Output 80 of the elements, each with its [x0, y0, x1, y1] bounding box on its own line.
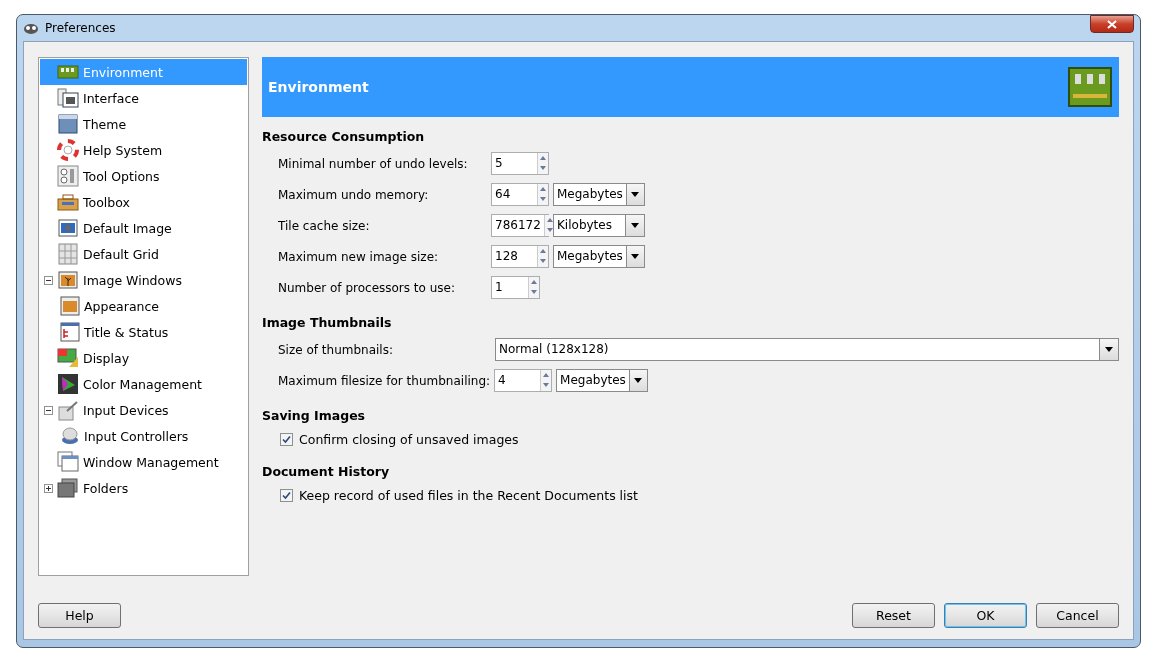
checkmark-icon: [282, 435, 291, 444]
field-label: Maximum filesize for thumbnailing:: [278, 373, 492, 388]
sidebar-item[interactable]: Title & Status: [40, 319, 247, 345]
dialog-button[interactable]: OK: [944, 602, 1027, 628]
sidebar-item[interactable]: Default Image: [40, 215, 247, 241]
window-icon: [57, 88, 79, 108]
minus-icon: [46, 277, 51, 283]
sidebar-item[interactable]: Image Windows: [40, 267, 247, 293]
spin-field[interactable]: 64: [491, 183, 549, 206]
lifebuoy-icon: [57, 139, 79, 161]
sidebar-item[interactable]: Window Management: [40, 449, 247, 475]
field-label: Maximum undo memory:: [278, 187, 430, 202]
status-window-icon: [60, 322, 80, 342]
spin-field[interactable]: 5: [491, 152, 549, 175]
panel-icon: [57, 114, 79, 134]
toolbox-icon: [57, 193, 79, 211]
dropdown[interactable]: Kilobytes: [553, 214, 645, 237]
grid-icon: [57, 243, 79, 265]
section-heading: Image Thumbnails: [262, 315, 393, 330]
help-button[interactable]: Help: [38, 602, 121, 628]
sliders-icon: [57, 165, 79, 187]
controller-icon: [60, 426, 80, 446]
field-label: Minimal number of undo levels:: [278, 156, 469, 171]
sidebar-item[interactable]: Input Devices: [40, 397, 247, 423]
checkbox[interactable]: [280, 489, 293, 502]
checkmark-icon: [282, 491, 291, 500]
checkbox[interactable]: [280, 433, 293, 446]
caret-icon: [631, 254, 640, 259]
sidebar-item[interactable]: Interface: [40, 85, 247, 111]
sidebar-item[interactable]: Color Management: [40, 371, 247, 397]
sidebar-item[interactable]: Toolbox: [40, 189, 247, 215]
field-label: Number of processors to use:: [278, 280, 456, 295]
dropdown[interactable]: Megabytes: [556, 369, 649, 392]
spin-field[interactable]: 128: [491, 245, 549, 268]
collapse-icon[interactable]: [44, 275, 53, 285]
section-heading: Saving Images: [262, 408, 367, 423]
circuit-board-icon: [1067, 64, 1113, 110]
checkbox-label: Keep record of used files in the Recent Documents list: [299, 488, 638, 503]
dropdown[interactable]: Megabytes: [553, 183, 645, 206]
section-heading: Resource Consumption: [262, 129, 426, 144]
minus-icon: [46, 407, 51, 413]
caret-icon: [1105, 347, 1113, 352]
window-title: Preferences: [45, 21, 116, 35]
close-button[interactable]: [1090, 15, 1134, 33]
sidebar-item[interactable]: Default Grid: [40, 241, 247, 267]
picture-icon: [60, 296, 80, 316]
field-label: Size of thumbnails:: [278, 342, 394, 357]
color-gamut-icon: [57, 373, 79, 395]
sidebar-item[interactable]: Folders: [40, 475, 247, 501]
sidebar-item[interactable]: Help System: [40, 137, 247, 163]
close-icon: [1107, 19, 1117, 29]
field-label: Tile cache size:: [278, 218, 371, 233]
folder-icon: [57, 478, 79, 498]
collapse-icon[interactable]: [44, 405, 53, 415]
expand-icon[interactable]: [44, 483, 53, 493]
sidebar-item[interactable]: Theme: [40, 111, 247, 137]
caret-icon: [631, 223, 639, 228]
sidebar-item[interactable]: Display: [40, 345, 247, 371]
dialog-button[interactable]: Reset: [852, 602, 935, 628]
checkbox-label: Confirm closing of unsaved images: [299, 432, 519, 447]
dropdown[interactable]: Megabytes: [553, 245, 645, 268]
picture-icon: [57, 270, 79, 290]
section-heading: Document History: [262, 464, 391, 479]
caret-icon: [634, 378, 643, 383]
sidebar-item[interactable]: Input Controllers: [40, 423, 247, 449]
dropdown[interactable]: Normal (128x128): [495, 338, 1119, 361]
spin-field[interactable]: 4: [494, 369, 553, 392]
monitor-icon: [57, 347, 79, 369]
app-logo-icon: [23, 21, 39, 35]
spin-field[interactable]: 1: [491, 276, 540, 299]
field-label: Maximum new image size:: [278, 249, 440, 264]
dialog-button[interactable]: Cancel: [1036, 602, 1119, 628]
sidebar-item[interactable]: Tool Options: [40, 163, 247, 189]
window-icon: [57, 451, 79, 473]
sidebar-item[interactable]: Appearance: [40, 293, 247, 319]
caret-icon: [631, 192, 640, 197]
banner-title: Environment: [268, 79, 369, 95]
plus-icon: [46, 485, 51, 491]
circuit-board-icon: [57, 63, 79, 81]
image-icon: [57, 218, 79, 238]
